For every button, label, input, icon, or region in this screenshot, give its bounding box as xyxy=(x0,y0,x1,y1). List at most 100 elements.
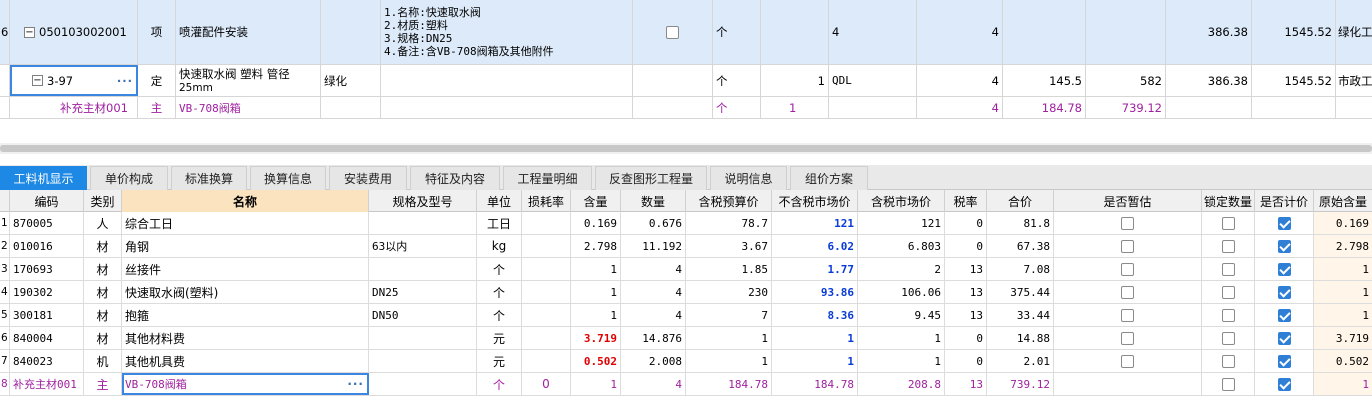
collapse-icon[interactable]: − xyxy=(24,26,35,38)
collapse-icon[interactable]: − xyxy=(32,75,43,86)
header-lock-quantity[interactable]: 锁定数量 xyxy=(1202,190,1255,212)
resource-priced-checkbox[interactable] xyxy=(1277,239,1291,253)
resource-code[interactable]: 170693 xyxy=(10,258,84,280)
item-code-cell[interactable]: − 050103002001 xyxy=(10,0,138,64)
resource-lock-quantity[interactable] xyxy=(1202,212,1255,234)
resource-content[interactable]: 1 xyxy=(571,258,621,280)
resource-name[interactable]: 综合工日 xyxy=(122,212,369,234)
header-tax-budget-price[interactable]: 含税预算价 xyxy=(686,190,772,212)
resource-priced-checkbox[interactable] xyxy=(1277,331,1291,345)
resource-name[interactable]: 其他机具费 xyxy=(122,350,369,372)
tab-standard-conversion[interactable]: 标准换算 xyxy=(171,166,247,190)
resource-provisional-checkbox[interactable] xyxy=(1121,308,1134,322)
horizontal-scrollbar[interactable] xyxy=(0,143,1372,154)
tab-conversion-info[interactable]: 换算信息 xyxy=(250,166,326,190)
header-quantity[interactable]: 数量 xyxy=(621,190,686,212)
tab-pricing-scheme[interactable]: 组价方案 xyxy=(790,166,868,190)
scrollbar-thumb[interactable] xyxy=(0,145,1372,152)
resource-lock-quantity-checkbox[interactable] xyxy=(1221,331,1235,345)
resource-name[interactable]: VB-708阀箱 ··· xyxy=(122,373,369,395)
header-tax-rate[interactable]: 税率 xyxy=(945,190,987,212)
resource-row[interactable]: 7 840023 机 其他机具费 元 0.502 2.008 1 1 1 0 2.01 0.502 xyxy=(0,350,1372,373)
tab-quantity-detail[interactable]: 工程量明细 xyxy=(503,166,592,190)
resource-code[interactable]: 补充主材001 xyxy=(10,373,84,395)
resource-name[interactable]: 角钢 xyxy=(122,235,369,257)
header-loss-rate[interactable]: 损耗率 xyxy=(522,190,571,212)
header-spec[interactable]: 规格及型号 xyxy=(369,190,477,212)
resource-name[interactable]: 丝接件 xyxy=(122,258,369,280)
resource-priced[interactable] xyxy=(1255,212,1314,234)
resource-code[interactable]: 840023 xyxy=(10,350,84,372)
resource-content[interactable]: 0.502 xyxy=(571,350,621,372)
resource-row[interactable]: 5 300181 材 抱箍 DN50 个 1 4 7 8.36 9.45 13 33.44 1 xyxy=(0,304,1372,327)
resource-content[interactable]: 2.798 xyxy=(571,235,621,257)
resource-name[interactable]: 快速取水阀(塑料) xyxy=(122,281,369,303)
resource-lock-quantity-checkbox[interactable] xyxy=(1221,239,1235,253)
resource-provisional[interactable] xyxy=(1054,212,1202,234)
header-name[interactable]: 名称 xyxy=(122,190,369,212)
resource-provisional[interactable] xyxy=(1054,304,1202,326)
more-icon[interactable]: ··· xyxy=(117,74,133,88)
resource-provisional[interactable] xyxy=(1054,327,1202,349)
resource-content[interactable]: 1 xyxy=(571,304,621,326)
resource-code[interactable]: 190302 xyxy=(10,281,84,303)
resource-priced-checkbox[interactable] xyxy=(1277,216,1291,230)
bill-row-item[interactable]: 6 − 050103002001 项 喷灌配件安装 1.名称:快速取水阀 2.材… xyxy=(0,0,1372,65)
tab-reverse-graphic-quantity[interactable]: 反查图形工程量 xyxy=(595,166,707,190)
resource-priced-checkbox[interactable] xyxy=(1277,262,1291,276)
tab-installation-fee[interactable]: 安装费用 xyxy=(329,166,407,190)
resource-provisional-checkbox[interactable] xyxy=(1121,239,1134,253)
resource-provisional-checkbox[interactable] xyxy=(1121,262,1134,276)
resource-lock-quantity[interactable] xyxy=(1202,350,1255,372)
header-category[interactable]: 类别 xyxy=(84,190,122,212)
resource-priced-checkbox[interactable] xyxy=(1277,354,1291,368)
item-checkbox[interactable] xyxy=(666,25,679,39)
resource-lock-quantity-checkbox[interactable] xyxy=(1221,354,1235,368)
header-market-price-ex-tax[interactable]: 不含税市场价 xyxy=(772,190,858,212)
resource-row[interactable]: 2 010016 材 角钢 63以内 kg 2.798 11.192 3.67 6.02 6.803… xyxy=(0,235,1372,258)
header-code[interactable]: 编码 xyxy=(10,190,84,212)
resource-priced-checkbox[interactable] xyxy=(1277,308,1291,322)
resource-provisional[interactable] xyxy=(1054,235,1202,257)
resource-lock-quantity[interactable] xyxy=(1202,258,1255,280)
header-total[interactable]: 合价 xyxy=(987,190,1054,212)
resource-row[interactable]: 1 870005 人 综合工日 工日 0.169 0.676 78.7 121 121 0 81.8 0… xyxy=(0,212,1372,235)
resource-lock-quantity[interactable] xyxy=(1202,373,1255,395)
tab-labor-material-machine[interactable]: 工料机显示 xyxy=(0,166,87,190)
more-icon[interactable]: ··· xyxy=(347,377,364,391)
resource-priced[interactable] xyxy=(1255,304,1314,326)
resource-row[interactable]: 8 补充主材001 主 VB-708阀箱 ··· 个 0 1 4 184.78 184.78 208.… xyxy=(0,373,1372,396)
tab-features-content[interactable]: 特征及内容 xyxy=(410,166,500,190)
resource-provisional-checkbox[interactable] xyxy=(1121,354,1134,368)
resource-name[interactable]: 其他材料费 xyxy=(122,327,369,349)
resource-priced-checkbox[interactable] xyxy=(1277,285,1291,299)
resource-provisional-checkbox[interactable] xyxy=(1121,216,1134,230)
header-unit[interactable]: 单位 xyxy=(477,190,522,212)
header-priced[interactable]: 是否计价 xyxy=(1255,190,1314,212)
tab-description[interactable]: 说明信息 xyxy=(710,166,787,190)
resource-lock-quantity-checkbox[interactable] xyxy=(1221,377,1235,391)
resource-priced[interactable] xyxy=(1255,258,1314,280)
resource-lock-quantity-checkbox[interactable] xyxy=(1221,262,1235,276)
resource-code[interactable]: 870005 xyxy=(10,212,84,234)
resource-provisional[interactable] xyxy=(1054,373,1202,395)
resource-priced[interactable] xyxy=(1255,373,1314,395)
resource-priced[interactable] xyxy=(1255,350,1314,372)
header-original-content[interactable]: 原始含量 xyxy=(1314,190,1372,212)
resource-code[interactable]: 300181 xyxy=(10,304,84,326)
resource-lock-quantity[interactable] xyxy=(1202,235,1255,257)
resource-content[interactable]: 3.719 xyxy=(571,327,621,349)
resource-lock-quantity-checkbox[interactable] xyxy=(1221,216,1235,230)
resource-provisional-checkbox[interactable] xyxy=(1121,331,1134,345)
resource-provisional[interactable] xyxy=(1054,258,1202,280)
resource-priced-checkbox[interactable] xyxy=(1277,377,1291,391)
resource-lock-quantity[interactable] xyxy=(1202,281,1255,303)
resource-provisional-checkbox[interactable] xyxy=(1121,285,1134,299)
header-content[interactable]: 含量 xyxy=(571,190,621,212)
resource-provisional[interactable] xyxy=(1054,350,1202,372)
resource-row[interactable]: 6 840004 材 其他材料费 元 3.719 14.876 1 1 1 0 14.88 3.719 xyxy=(0,327,1372,350)
resource-name[interactable]: 抱箍 xyxy=(122,304,369,326)
header-provisional[interactable]: 是否暂估 xyxy=(1054,190,1202,212)
quota-code-cell[interactable]: − 3-97 ··· xyxy=(10,65,138,96)
resource-row[interactable]: 3 170693 材 丝接件 个 1 4 1.85 1.77 2 13 7.08 1 xyxy=(0,258,1372,281)
